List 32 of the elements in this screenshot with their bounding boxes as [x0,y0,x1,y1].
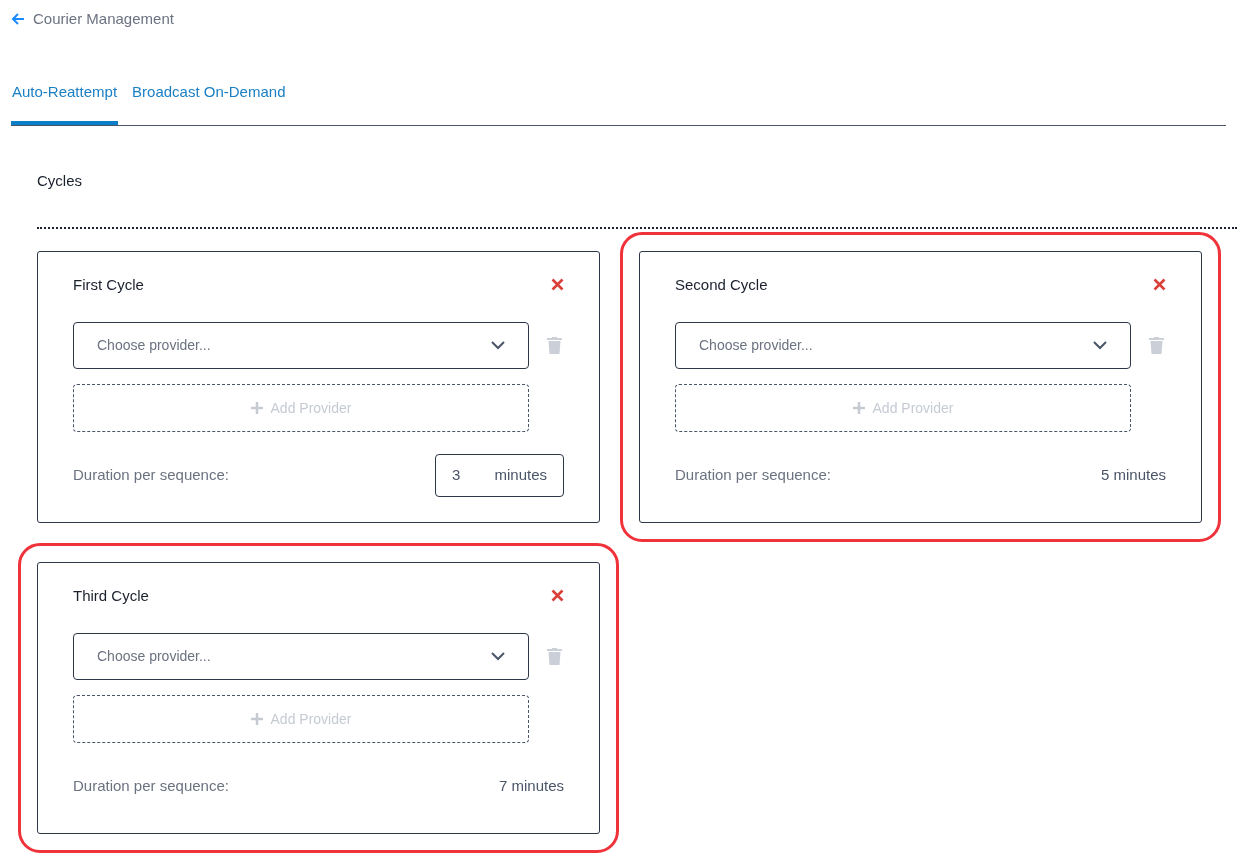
tab[interactable]: Auto-Reattempt [11,76,119,125]
back-link[interactable]: Courier Management [11,8,174,31]
section-title: Cycles [37,171,83,191]
close-icon [1152,278,1166,292]
provider-dropdown[interactable]: Choose provider... [675,322,1131,369]
plus-icon [852,402,865,414]
plus-icon [250,713,263,725]
close-icon [550,278,564,292]
chevron-down-icon [491,341,505,350]
cycle-title: Second Cycle [675,274,768,295]
plus-icon [250,402,263,414]
cycle-title: First Cycle [73,274,144,295]
chevron-down-icon [491,652,505,661]
duration-label: Duration per sequence: [675,465,831,486]
trash-icon [1149,337,1164,354]
close-button[interactable] [549,587,565,604]
cycle-title: Third Cycle [73,585,149,606]
duration-value: 5 minutes [1100,465,1166,486]
trash-icon [547,648,562,665]
duration-value: 7 minutes [498,776,564,797]
close-icon [550,589,564,603]
tab[interactable]: Broadcast On-Demand [131,76,287,125]
chevron-down-icon [1093,341,1107,350]
duration-label: Duration per sequence: [73,776,229,797]
provider-dropdown[interactable]: Choose provider... [73,322,529,369]
close-button[interactable] [549,276,565,293]
back-arrow-icon [11,12,25,27]
duration-input[interactable]: 3 minutes [435,454,564,497]
provider-dropdown[interactable]: Choose provider... [73,633,529,680]
trash-icon [547,337,562,354]
duration-label: Duration per sequence: [73,465,229,486]
close-button[interactable] [1151,276,1167,293]
